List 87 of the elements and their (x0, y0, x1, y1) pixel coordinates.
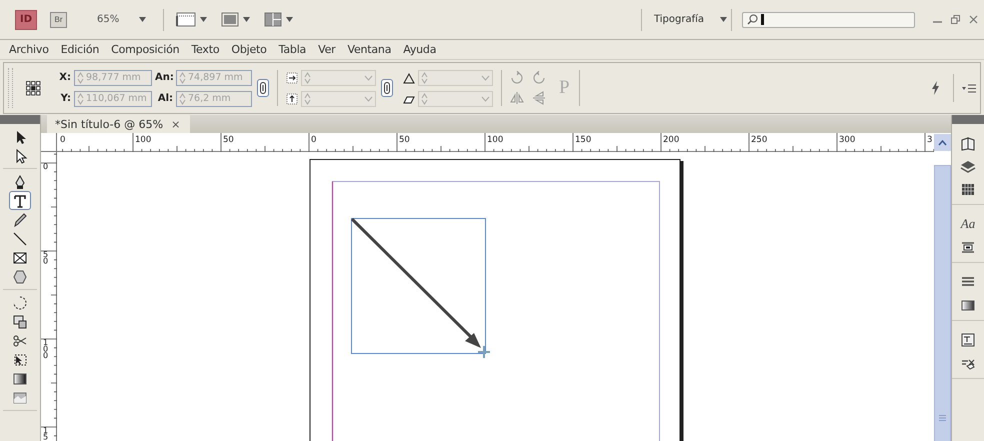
layers-icon (960, 158, 976, 174)
ruler-label: 100 (487, 135, 504, 145)
arrange-documents-button[interactable] (264, 12, 294, 27)
ruler-label: 250 (751, 135, 768, 145)
ruler-label: 3 (927, 135, 932, 145)
ruler-label: 0 (60, 135, 66, 145)
menu-item[interactable]: Archivo (3, 43, 55, 56)
constrain-scale-button[interactable] (381, 79, 393, 97)
ruler-label: 50 (399, 135, 410, 145)
pages-icon (960, 135, 976, 151)
zoom-dropdown[interactable]: 65% (97, 14, 146, 25)
field-label: Al: (156, 93, 173, 104)
field-label: An: (155, 72, 173, 83)
panel-menu-icon[interactable] (962, 84, 976, 92)
scrollbar-thumb[interactable] (934, 165, 951, 441)
rectangle-frame-icon (12, 250, 28, 266)
field-label: X: (58, 72, 71, 83)
rotate-icon (12, 294, 28, 310)
caret-icon (200, 17, 208, 22)
menu-item[interactable]: Objeto (225, 43, 273, 56)
scale-icon (12, 314, 28, 330)
chevron-icon (481, 74, 490, 80)
dropdown-field[interactable] (418, 70, 493, 86)
chevron-up-icon (938, 140, 947, 146)
frame-glyph: P (558, 77, 571, 99)
caret-icon (243, 17, 250, 22)
text-frame-icon (960, 332, 976, 348)
line-icon (12, 230, 28, 246)
polygon-icon (12, 268, 28, 284)
bridge-button[interactable]: Br (50, 12, 67, 28)
view-options-button[interactable] (176, 12, 208, 27)
search-icon (747, 14, 758, 25)
close-icon[interactable] (969, 15, 978, 24)
menu-item[interactable]: Ventana (341, 43, 398, 56)
search-field[interactable] (742, 12, 915, 28)
dropdown-field[interactable] (301, 90, 376, 106)
gradient-feather-icon (12, 390, 28, 406)
scale-y-icon (286, 92, 298, 104)
scissors-icon (12, 332, 28, 348)
chevron-icon (364, 74, 373, 80)
ruler-label: 50 (223, 135, 234, 145)
caret-icon (139, 17, 146, 22)
type-tool[interactable] (9, 191, 31, 210)
document-tab[interactable]: *Sin título-6 @ 65% × (47, 115, 190, 133)
ruler-label: 300 (839, 135, 856, 145)
caret-icon (286, 17, 294, 22)
angle-icon (403, 72, 415, 84)
pencil-icon (12, 212, 28, 228)
chevron-icon (364, 96, 373, 102)
ruler-label: 100 (135, 135, 152, 145)
menu-item[interactable]: Edición (54, 43, 106, 56)
chevron-icon (481, 96, 490, 102)
grip-icon (939, 415, 946, 421)
chain-icon (260, 82, 266, 94)
ruler-label: 150 (575, 135, 592, 145)
ruler-label: 0 (311, 135, 316, 145)
type-icon (12, 192, 28, 208)
constrain-proportions-button[interactable] (257, 79, 269, 97)
caret-icon (720, 17, 727, 22)
screen-mode-button[interactable] (221, 12, 250, 27)
menu-item[interactable]: Texto (185, 43, 226, 56)
swatches-icon (960, 181, 976, 197)
ruler-label: 15 (43, 426, 48, 441)
character-panel-button[interactable]: Aa (959, 215, 977, 233)
menu-item[interactable]: Ver (312, 43, 342, 56)
ruler-label: 100 (43, 338, 48, 360)
restore-icon[interactable] (951, 15, 960, 24)
workspace-dropdown[interactable]: Tipografía (654, 14, 727, 25)
reference-point-icon[interactable] (26, 80, 41, 96)
menu-item[interactable]: Ayuda (397, 43, 442, 56)
chain-icon (384, 82, 390, 94)
scroll-up-button[interactable] (934, 134, 951, 151)
field-label: Y: (60, 93, 71, 104)
free-transform-icon (12, 352, 28, 368)
lightning-icon[interactable] (931, 81, 940, 95)
ruler-label: 50 (43, 250, 48, 266)
scale-x-icon (286, 72, 298, 84)
dropdown-field[interactable] (418, 90, 493, 106)
gradient-icon (12, 370, 28, 386)
menu-item[interactable]: Tabla (272, 43, 312, 56)
ruler-label: 0 (43, 162, 48, 171)
dropdown-field[interactable] (301, 70, 376, 86)
crosshair-cursor (477, 345, 491, 359)
text-frame-panel-button[interactable] (959, 331, 977, 349)
close-tab-button[interactable]: × (171, 118, 180, 130)
menu-item[interactable]: Composición (105, 43, 186, 56)
ruler-label: 200 (663, 135, 680, 145)
